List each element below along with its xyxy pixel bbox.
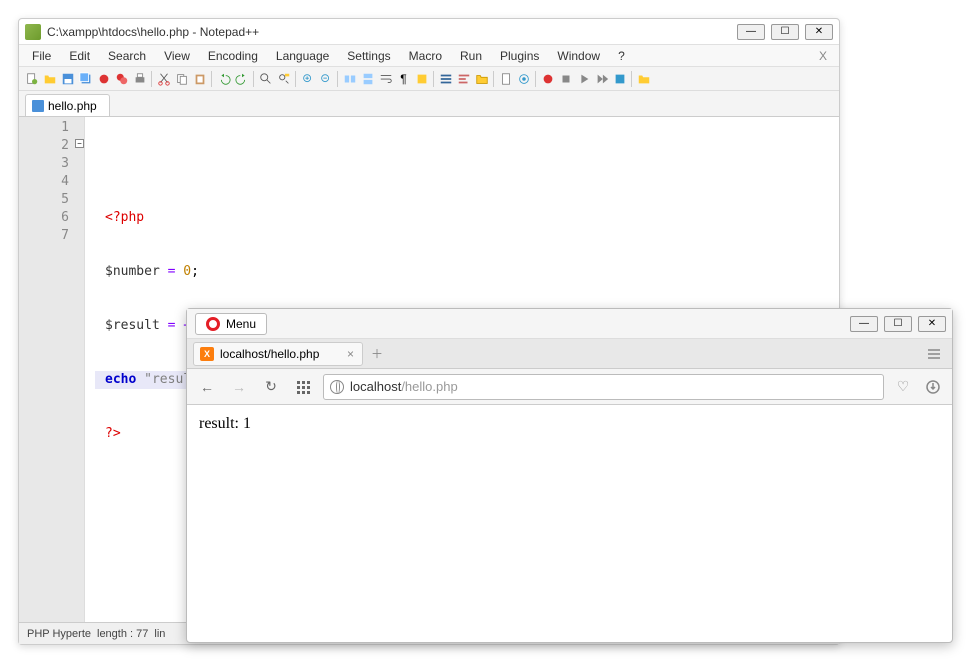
menu-view[interactable]: View xyxy=(155,47,199,65)
menu-label: Menu xyxy=(226,317,256,331)
toolbar: ¶ xyxy=(19,67,839,91)
status-length: length : 77 xyxy=(97,628,148,640)
doc-map-icon[interactable] xyxy=(497,70,514,87)
speed-dial-button[interactable] xyxy=(291,375,315,399)
play-multi-icon[interactable] xyxy=(593,70,610,87)
find-icon[interactable] xyxy=(257,70,274,87)
browser-tabbar: X localhost/hello.php × ＋ xyxy=(187,339,952,369)
save-all-icon[interactable] xyxy=(77,70,94,87)
paste-icon[interactable] xyxy=(191,70,208,87)
menu-encoding[interactable]: Encoding xyxy=(199,47,267,65)
menu-help[interactable]: ? xyxy=(609,47,634,65)
gutter: 1 2 3 4 5 6 7 − xyxy=(19,117,85,637)
close-all-icon[interactable] xyxy=(113,70,130,87)
new-tab-button[interactable]: ＋ xyxy=(367,344,387,364)
file-tabbar: hello.php xyxy=(19,91,839,117)
menu-file[interactable]: File xyxy=(23,47,60,65)
zoom-in-icon[interactable] xyxy=(299,70,316,87)
undo-icon[interactable] xyxy=(215,70,232,87)
all-chars-icon[interactable]: ¶ xyxy=(395,70,412,87)
forward-button[interactable]: → xyxy=(227,375,251,399)
url-input[interactable]: localhost/hello.php xyxy=(323,374,884,400)
copy-icon[interactable] xyxy=(173,70,190,87)
window-title: C:\xampp\htdocs\hello.php - Notepad++ xyxy=(47,25,737,39)
zoom-out-icon[interactable] xyxy=(317,70,334,87)
status-line: lin xyxy=(154,628,165,640)
line-numbers: 1 2 3 4 5 6 7 xyxy=(19,117,75,245)
save-icon[interactable] xyxy=(59,70,76,87)
menu-search[interactable]: Search xyxy=(99,47,155,65)
opera-menu-button[interactable]: Menu xyxy=(195,313,267,335)
page-output-text: result: 1 xyxy=(199,415,251,432)
opera-logo-icon xyxy=(206,317,220,331)
cut-icon[interactable] xyxy=(155,70,172,87)
menu-run[interactable]: Run xyxy=(451,47,491,65)
titlebar[interactable]: C:\xampp\htdocs\hello.php - Notepad++ — … xyxy=(19,19,839,45)
browser-tab[interactable]: X localhost/hello.php × xyxy=(193,342,363,366)
browser-titlebar[interactable]: Menu — ☐ ✕ xyxy=(187,309,952,339)
file-tab[interactable]: hello.php xyxy=(25,94,110,116)
bookmark-heart-icon[interactable]: ♡ xyxy=(892,376,914,398)
menu-window[interactable]: Window xyxy=(548,47,609,65)
file-icon xyxy=(32,100,44,112)
menu-macro[interactable]: Macro xyxy=(400,47,451,65)
url-text: localhost/hello.php xyxy=(350,379,458,394)
menubar: File Edit Search View Encoding Language … xyxy=(19,45,839,67)
back-button[interactable]: ← xyxy=(195,375,219,399)
xampp-favicon-icon: X xyxy=(200,347,214,361)
menu-language[interactable]: Language xyxy=(267,47,338,65)
wrap-icon[interactable] xyxy=(377,70,394,87)
stop-macro-icon[interactable] xyxy=(557,70,574,87)
browser-tab-label: localhost/hello.php xyxy=(220,347,319,361)
sync-v-icon[interactable] xyxy=(341,70,358,87)
browser-maximize-button[interactable]: ☐ xyxy=(884,316,912,332)
reload-button[interactable]: ↻ xyxy=(259,375,283,399)
print-icon[interactable] xyxy=(131,70,148,87)
close-button[interactable]: ✕ xyxy=(805,24,833,40)
monitor-icon[interactable] xyxy=(515,70,532,87)
maximize-button[interactable]: ☐ xyxy=(771,24,799,40)
globe-icon xyxy=(330,380,344,394)
downloads-icon[interactable] xyxy=(922,376,944,398)
notepadpp-icon xyxy=(25,24,41,40)
sync-h-icon[interactable] xyxy=(359,70,376,87)
play-macro-icon[interactable] xyxy=(575,70,592,87)
browser-minimize-button[interactable]: — xyxy=(850,316,878,332)
status-language: PHP Hyperte xyxy=(27,628,91,640)
opera-window: Menu — ☐ ✕ X localhost/hello.php × ＋ ← →… xyxy=(186,308,953,643)
open-folder-icon[interactable] xyxy=(635,70,652,87)
browser-close-button[interactable]: ✕ xyxy=(918,316,946,332)
record-macro-icon[interactable] xyxy=(539,70,556,87)
close-file-icon[interactable] xyxy=(95,70,112,87)
lang-list-icon[interactable] xyxy=(437,70,454,87)
new-file-icon[interactable] xyxy=(23,70,40,87)
func-list-icon[interactable] xyxy=(455,70,472,87)
open-file-icon[interactable] xyxy=(41,70,58,87)
minimize-button[interactable]: — xyxy=(737,24,765,40)
menubar-close-icon[interactable]: X xyxy=(811,47,835,65)
folder-icon[interactable] xyxy=(473,70,490,87)
menu-edit[interactable]: Edit xyxy=(60,47,99,65)
address-bar-row: ← → ↻ localhost/hello.php ♡ xyxy=(187,369,952,405)
indent-guide-icon[interactable] xyxy=(413,70,430,87)
save-macro-icon[interactable] xyxy=(611,70,628,87)
fold-toggle-icon[interactable]: − xyxy=(75,139,84,148)
menu-plugins[interactable]: Plugins xyxy=(491,47,548,65)
replace-icon[interactable] xyxy=(275,70,292,87)
tab-label: hello.php xyxy=(48,99,97,113)
page-content: result: 1 xyxy=(187,405,952,443)
menu-settings[interactable]: Settings xyxy=(338,47,399,65)
tab-close-icon[interactable]: × xyxy=(345,347,356,361)
tab-menu-icon[interactable] xyxy=(922,344,946,364)
redo-icon[interactable] xyxy=(233,70,250,87)
